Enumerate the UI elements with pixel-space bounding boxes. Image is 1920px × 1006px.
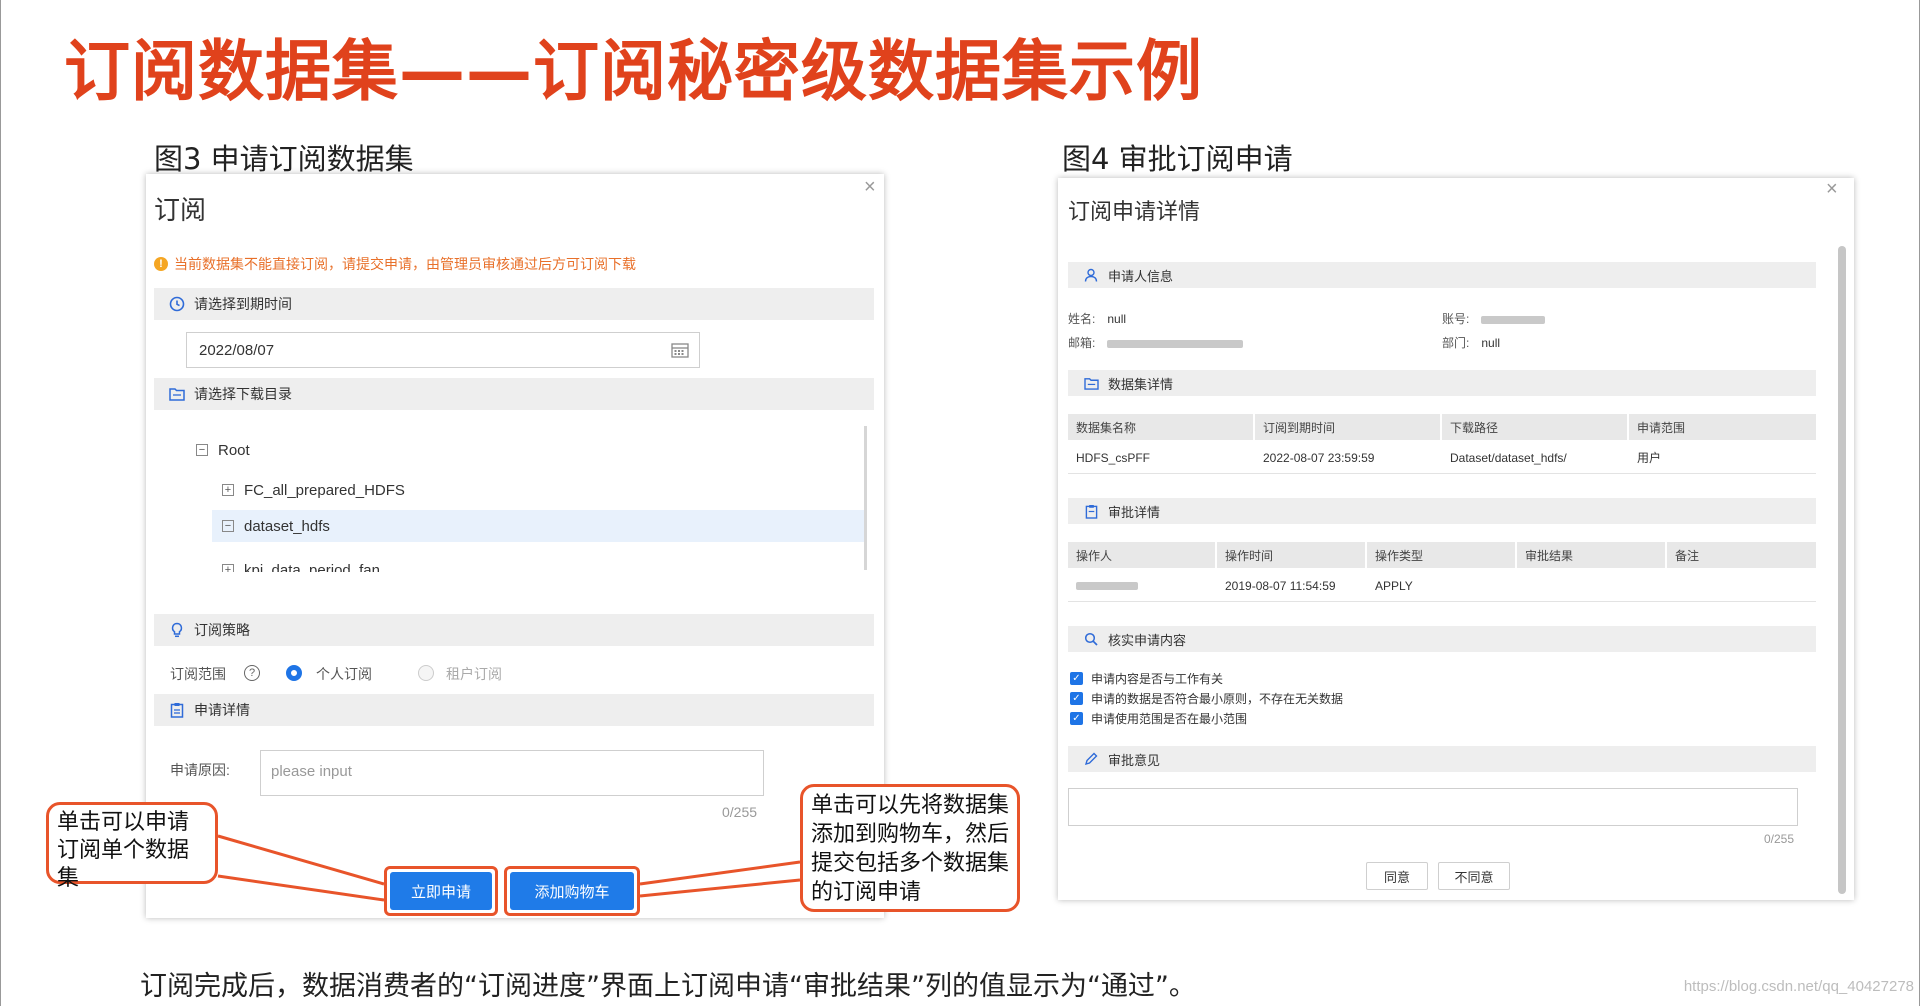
expand-icon[interactable]: + bbox=[222, 484, 234, 496]
tree-scrollbar[interactable] bbox=[864, 426, 867, 570]
collapse-icon[interactable]: − bbox=[222, 520, 234, 532]
section-dataset: 数据集详情 bbox=[1068, 370, 1816, 396]
folder-icon bbox=[1082, 374, 1100, 392]
calendar-icon[interactable] bbox=[671, 342, 689, 362]
scope-label: 订阅范围 bbox=[170, 666, 226, 682]
disagree-button[interactable]: 不同意 bbox=[1438, 862, 1510, 890]
section-applicant: 申请人信息 bbox=[1068, 262, 1816, 288]
clock-icon bbox=[168, 295, 186, 313]
reason-label: 申请原因: bbox=[170, 762, 230, 778]
redacted-account bbox=[1481, 315, 1546, 324]
collapse-icon[interactable]: − bbox=[196, 444, 208, 456]
checkbox-checked-icon[interactable]: ✓ bbox=[1070, 712, 1083, 725]
redacted-operator bbox=[1068, 570, 1217, 601]
close-icon[interactable]: × bbox=[1826, 178, 1838, 201]
slide-title: 订阅数据集——订阅秘密级数据集示例 bbox=[64, 33, 1203, 110]
subscribe-dialog: × 订阅 ! 当前数据集不能直接订阅，请提交申请，由管理员审核通过后方可订阅下载… bbox=[146, 174, 884, 918]
agree-button[interactable]: 同意 bbox=[1366, 862, 1428, 890]
dataset-table-header: 数据集名称 订阅到期时间 下载路径 申请范围 bbox=[1068, 414, 1816, 440]
radio-tenant[interactable] bbox=[418, 665, 434, 681]
verify-check-minimal-data[interactable]: ✓ 申请的数据是否符合最小原则，不存在无关数据 bbox=[1070, 690, 1343, 707]
apply-now-button[interactable]: 立即申请 bbox=[390, 872, 492, 910]
dept-field: 部门: null bbox=[1442, 336, 1501, 350]
table-row: 2019-08-07 11:54:59 APPLY bbox=[1068, 570, 1816, 602]
name-field: 姓名: null bbox=[1068, 312, 1127, 326]
section-opinion: 审批意见 bbox=[1068, 746, 1816, 772]
warning-icon: ! bbox=[154, 257, 168, 271]
expand-icon[interactable]: + bbox=[222, 564, 234, 572]
section-approval: 审批详情 bbox=[1068, 498, 1816, 524]
section-policy: 订阅策略 bbox=[154, 614, 874, 646]
account-field: 账号: bbox=[1442, 310, 1546, 327]
verify-check-minimal-scope[interactable]: ✓ 申请使用范围是否在最小范围 bbox=[1070, 710, 1247, 727]
char-counter: 0/255 bbox=[1764, 832, 1795, 846]
email-field: 邮箱: bbox=[1068, 334, 1244, 351]
approval-table-header: 操作人 操作时间 操作类型 审批结果 备注 bbox=[1068, 542, 1816, 568]
radio-tenant-label[interactable]: 租户订阅 bbox=[446, 664, 502, 684]
close-icon[interactable]: × bbox=[864, 176, 876, 199]
tree-node[interactable]: + FC_all_prepared_HDFS bbox=[222, 474, 405, 506]
help-icon[interactable]: ? bbox=[244, 665, 260, 681]
directory-tree: − Root + FC_all_prepared_HDFS − dataset_… bbox=[146, 420, 874, 572]
tree-node[interactable]: + kpi_data_period_fan bbox=[222, 554, 380, 572]
reason-textarea[interactable]: please input bbox=[260, 750, 764, 796]
dialog-title: 订阅 bbox=[154, 195, 207, 225]
tree-node-root[interactable]: − Root bbox=[196, 434, 250, 466]
dialog-scrollbar[interactable] bbox=[1838, 246, 1846, 894]
section-verify: 核实申请内容 bbox=[1068, 626, 1816, 652]
radio-personal[interactable] bbox=[286, 665, 302, 681]
section-download-dir: 请选择下载目录 bbox=[154, 378, 874, 410]
char-counter: 0/255 bbox=[722, 804, 758, 820]
section-expiry: 请选择到期时间 bbox=[154, 288, 874, 320]
table-row: HDFS_csPFF 2022-08-07 23:59:59 Dataset/d… bbox=[1068, 442, 1816, 474]
opinion-textarea[interactable] bbox=[1068, 788, 1798, 826]
search-icon bbox=[1082, 630, 1100, 648]
expiry-date-input[interactable]: 2022/08/07 bbox=[186, 332, 700, 368]
callout-cart: 单击可以先将数据集添加到购物车，然后提交包括多个数据集的订阅申请 bbox=[800, 784, 1020, 912]
footer-note: 订阅完成后，数据消费者的“订阅进度”界面上订阅申请“审批结果”列的值显示为“通过… bbox=[140, 971, 1196, 1002]
section-detail: 申请详情 bbox=[154, 694, 874, 726]
folder-icon bbox=[168, 385, 186, 403]
verify-check-work-related[interactable]: ✓ 申请内容是否与工作有关 bbox=[1070, 670, 1223, 687]
watermark: https://blog.csdn.net/qq_40427278 bbox=[1683, 978, 1914, 995]
clipboard-icon bbox=[168, 701, 186, 719]
checkbox-checked-icon[interactable]: ✓ bbox=[1070, 672, 1083, 685]
warning-message: ! 当前数据集不能直接订阅，请提交申请，由管理员审核通过后方可订阅下载 bbox=[154, 254, 636, 274]
pencil-icon bbox=[1082, 750, 1100, 768]
fig3-caption: 图3 申请订阅数据集 bbox=[154, 142, 414, 176]
add-to-cart-button[interactable]: 添加购物车 bbox=[510, 872, 634, 910]
lightbulb-icon bbox=[168, 621, 186, 639]
approval-dialog: × 订阅申请详情 申请人信息 姓名: null 账号: 邮箱: 部门: null 数… bbox=[1058, 178, 1854, 900]
tree-node-selected[interactable]: − dataset_hdfs bbox=[212, 510, 864, 542]
fig4-caption: 图4 审批订阅申请 bbox=[1062, 142, 1293, 176]
clipboard-icon bbox=[1082, 502, 1100, 520]
radio-personal-label[interactable]: 个人订阅 bbox=[316, 664, 372, 684]
user-icon bbox=[1082, 266, 1100, 284]
redacted-email bbox=[1107, 339, 1244, 348]
dialog-title: 订阅申请详情 bbox=[1068, 199, 1201, 224]
callout-apply: 单击可以申请订阅单个数据集 bbox=[46, 802, 218, 891]
checkbox-checked-icon[interactable]: ✓ bbox=[1070, 692, 1083, 705]
